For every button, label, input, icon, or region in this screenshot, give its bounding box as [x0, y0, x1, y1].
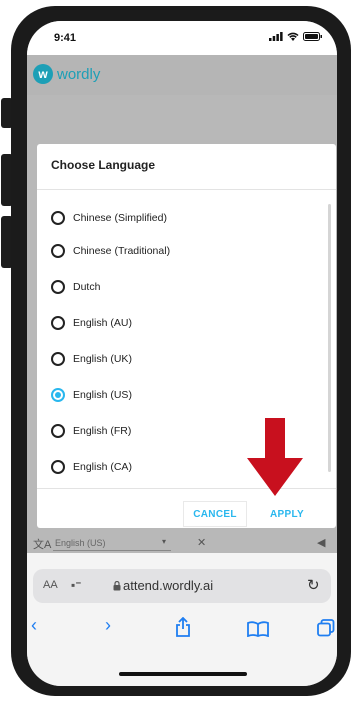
option-label: Chinese (Traditional) — [73, 245, 171, 257]
reload-icon[interactable]: ↻ — [307, 576, 320, 594]
language-select-underline — [53, 550, 171, 551]
battery-icon — [303, 32, 322, 41]
translate-icon[interactable]: 文A — [33, 536, 51, 552]
status-bar: 9:41 — [27, 21, 337, 55]
option-label: English (AU) — [73, 317, 132, 329]
dialog-title-divider — [37, 189, 336, 190]
bookmarks-icon[interactable] — [247, 621, 269, 637]
radio-button[interactable] — [51, 424, 65, 438]
option-label: English (US) — [73, 389, 132, 401]
radio-button[interactable] — [51, 280, 65, 294]
wordly-logo[interactable]: w wordly — [33, 64, 100, 84]
radio-button[interactable] — [51, 352, 65, 366]
language-bar: 文A English (US) ▾ ✕ ◀ — [27, 533, 337, 553]
language-option-english-fr[interactable]: English (FR) — [51, 420, 131, 442]
back-icon[interactable]: ‹ — [31, 615, 37, 636]
home-indicator — [119, 672, 247, 676]
wifi-icon — [287, 32, 299, 41]
language-option-english-au[interactable]: English (AU) — [51, 312, 132, 334]
mic-off-icon[interactable]: ✕ — [197, 536, 206, 549]
share-icon[interactable] — [175, 617, 191, 637]
phone-frame: 9:41 w wordly Choose Language Chinese (S… — [11, 6, 351, 696]
status-time: 9:41 — [54, 32, 77, 44]
red-down-arrow-annotation — [247, 418, 303, 496]
options-scrollbar[interactable] — [328, 204, 331, 472]
tabs-icon[interactable] — [317, 619, 335, 637]
option-label: English (UK) — [73, 353, 132, 365]
option-label: Chinese (Simplified) — [73, 212, 167, 224]
extensions-icon[interactable]: ▪⁼ — [71, 578, 82, 592]
language-option-english-us[interactable]: English (US) — [51, 384, 132, 406]
cellular-signal-icon — [269, 32, 283, 41]
dropdown-arrow-icon[interactable]: ▾ — [162, 537, 166, 546]
language-option-chinese-traditional[interactable]: Chinese (Traditional) — [51, 240, 170, 262]
status-icons — [269, 32, 323, 41]
language-option-dutch[interactable]: Dutch — [51, 276, 100, 298]
radio-button[interactable] — [51, 244, 65, 258]
text-size-button[interactable]: AA — [43, 579, 58, 591]
language-option-chinese-simplified[interactable]: Chinese (Simplified) — [51, 207, 167, 229]
radio-button[interactable] — [51, 460, 65, 474]
safari-toolbar: AA ▪⁼ attend.wordly.ai ↻ ‹ › — [27, 553, 337, 686]
speaker-icon[interactable]: ◀ — [317, 536, 325, 549]
address-bar[interactable]: AA ▪⁼ attend.wordly.ai ↻ — [33, 569, 331, 603]
language-option-english-uk[interactable]: English (UK) — [51, 348, 132, 370]
logo-badge: w — [33, 64, 53, 84]
option-label: English (FR) — [73, 425, 132, 437]
option-label: Dutch — [73, 281, 101, 293]
lock-icon — [113, 581, 121, 591]
radio-button-selected[interactable] — [51, 388, 65, 402]
phone-screen: 9:41 w wordly Choose Language Chinese (S… — [27, 21, 337, 686]
dialog-title: Choose Language — [51, 158, 156, 172]
logo-text: wordly — [57, 65, 101, 83]
option-label: English (CA) — [73, 461, 132, 473]
cancel-button[interactable]: CANCEL — [183, 501, 247, 527]
language-option-english-ca[interactable]: English (CA) — [51, 456, 132, 478]
url-text[interactable]: attend.wordly.ai — [123, 578, 213, 593]
current-language[interactable]: English (US) — [55, 538, 106, 548]
radio-button[interactable] — [51, 211, 65, 225]
apply-button[interactable]: APPLY — [259, 501, 315, 527]
app-header: w wordly — [27, 55, 337, 95]
radio-button[interactable] — [51, 316, 65, 330]
forward-icon[interactable]: › — [105, 615, 111, 636]
